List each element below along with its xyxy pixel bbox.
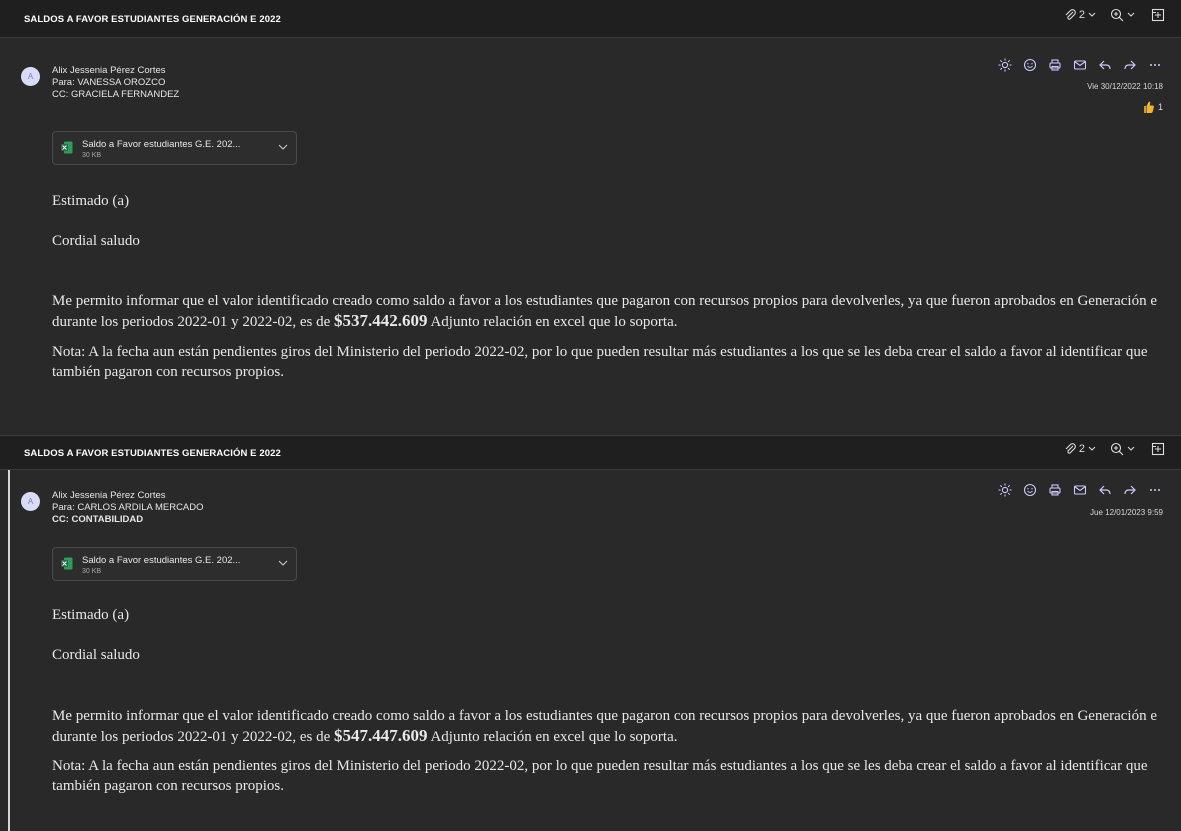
reply-icon: [1099, 485, 1111, 495]
more-actions-button[interactable]: [1147, 482, 1163, 498]
zoom-in-icon: [1110, 442, 1124, 456]
attachment-size: 30 KB: [82, 568, 102, 575]
mark-unread-button[interactable]: [1072, 482, 1088, 498]
sun-icon: [998, 483, 1012, 497]
message-date: Jue 12/01/2023 9:59: [1090, 508, 1163, 517]
reaction-summary[interactable]: 1: [1141, 100, 1163, 114]
subject-bar: SALDOS A FAVOR ESTUDIANTES GENERACIÓN E …: [0, 435, 1181, 470]
message-card-1: SALDOS A FAVOR ESTUDIANTES GENERACIÓN E …: [0, 0, 1181, 431]
more-actions-button[interactable]: [1147, 57, 1163, 73]
subject-title: SALDOS A FAVOR ESTUDIANTES GENERACIÓN E …: [24, 448, 281, 459]
chevron-down-icon: [1127, 446, 1135, 451]
reply-icon: [1099, 60, 1111, 70]
zoom-dropdown[interactable]: [1110, 8, 1135, 22]
printer-icon: [1049, 59, 1061, 71]
zoom-in-icon: [1110, 8, 1124, 22]
sun-icon: [998, 58, 1012, 72]
more-icon: [1150, 489, 1160, 491]
attachments-dropdown[interactable]: 2: [1064, 443, 1096, 455]
greeting: Estimado (a): [52, 607, 130, 623]
smiley-icon: [1023, 58, 1037, 72]
attachment-size: 30 KB: [82, 152, 102, 159]
message-actions: [997, 482, 1163, 498]
chevron-down-icon[interactable]: [278, 143, 288, 151]
open-in-window-icon: [1151, 8, 1165, 22]
subject-tools: 2: [1064, 442, 1165, 456]
subject-tools: 2: [1064, 8, 1165, 22]
salutation: Cordial saludo: [52, 647, 140, 663]
body-paragraph: Me permito informar que el valor identif…: [52, 706, 1162, 747]
amount-value: $537.442.609: [334, 311, 428, 330]
attachment-card[interactable]: Saldo a Favor estudiantes G.E. 202... 30…: [52, 131, 297, 165]
forward-icon: [1124, 485, 1136, 495]
avatar[interactable]: A: [21, 492, 40, 511]
attachment-count: 2: [1078, 9, 1085, 21]
mark-unread-button[interactable]: [1072, 57, 1088, 73]
avatar[interactable]: A: [21, 67, 40, 86]
sender-name[interactable]: Alix Jessenia Pérez Cortes: [52, 490, 204, 502]
to-recipients[interactable]: Para: VANESSA OROZCO: [52, 77, 179, 89]
print-button[interactable]: [1047, 482, 1063, 498]
reply-button[interactable]: [1097, 57, 1113, 73]
message-header: Alix Jessenia Pérez Cortes Para: CARLOS …: [52, 490, 204, 526]
reaction-button[interactable]: [1022, 57, 1038, 73]
reading-pane: SALDOS A FAVOR ESTUDIANTES GENERACIÓN E …: [0, 0, 1181, 831]
envelope-icon: [1073, 60, 1087, 70]
body-paragraph: Me permito informar que el valor identif…: [52, 291, 1162, 332]
forward-button[interactable]: [1122, 482, 1138, 498]
paperclip-icon: [1065, 9, 1076, 20]
attachment-card[interactable]: Saldo a Favor estudiantes G.E. 202... 30…: [52, 547, 297, 581]
selected-indicator: [8, 469, 10, 831]
cc-recipients[interactable]: CC: GRACIELA FERNANDEZ: [52, 89, 179, 101]
paragraph-text: Adjunto relación en excel que lo soporta…: [427, 314, 678, 330]
open-in-window-icon: [1151, 442, 1165, 456]
to-recipients[interactable]: Para: CARLOS ARDILA MERCADO: [52, 502, 204, 514]
attachments-dropdown[interactable]: 2: [1064, 9, 1096, 21]
message-date: Vie 30/12/2022 10:18: [1087, 82, 1163, 91]
amount-value: $547.447.609: [334, 726, 428, 745]
cc-recipients[interactable]: CC: CONTABILIDAD: [52, 514, 204, 526]
thumbs-up-icon: [1143, 101, 1154, 113]
open-in-window-button[interactable]: [1151, 8, 1165, 22]
subject-title: SALDOS A FAVOR ESTUDIANTES GENERACIÓN E …: [24, 14, 281, 25]
attachment-name: Saldo a Favor estudiantes G.E. 202...: [82, 555, 241, 566]
chevron-down-icon[interactable]: [278, 559, 288, 567]
note-paragraph: Nota: A la fecha aun están pendientes gi…: [52, 344, 1148, 380]
paragraph-text: Adjunto relación en excel que lo soporta…: [427, 729, 678, 745]
chevron-down-icon: [1127, 12, 1135, 17]
sender-name[interactable]: Alix Jessenia Pérez Cortes: [52, 65, 179, 77]
chevron-down-icon: [1088, 446, 1096, 451]
message-card-2: SALDOS A FAVOR ESTUDIANTES GENERACIÓN E …: [0, 431, 1181, 831]
forward-icon: [1124, 60, 1136, 70]
greeting: Estimado (a): [52, 193, 130, 209]
message-header: Alix Jessenia Pérez Cortes Para: VANESSA…: [52, 65, 179, 101]
attachment-name: Saldo a Favor estudiantes G.E. 202...: [82, 139, 241, 150]
reply-button[interactable]: [1097, 482, 1113, 498]
print-button[interactable]: [1047, 57, 1063, 73]
printer-icon: [1049, 484, 1061, 496]
paperclip-icon: [1065, 443, 1076, 454]
open-in-window-button[interactable]: [1151, 442, 1165, 456]
brightness-button[interactable]: [997, 57, 1013, 73]
message-actions: [997, 57, 1163, 73]
salutation: Cordial saludo: [52, 233, 140, 249]
excel-file-icon: [61, 141, 73, 154]
reaction-count: 1: [1157, 102, 1163, 112]
envelope-icon: [1073, 485, 1087, 495]
subject-bar: SALDOS A FAVOR ESTUDIANTES GENERACIÓN E …: [0, 0, 1181, 38]
attachment-count: 2: [1078, 443, 1085, 455]
excel-file-icon: [61, 557, 73, 570]
note-paragraph: Nota: A la fecha aun están pendientes gi…: [52, 758, 1148, 794]
forward-button[interactable]: [1122, 57, 1138, 73]
more-icon: [1150, 64, 1160, 66]
smiley-icon: [1023, 483, 1037, 497]
zoom-dropdown[interactable]: [1110, 442, 1135, 456]
reaction-button[interactable]: [1022, 482, 1038, 498]
brightness-button[interactable]: [997, 482, 1013, 498]
chevron-down-icon: [1088, 12, 1096, 17]
